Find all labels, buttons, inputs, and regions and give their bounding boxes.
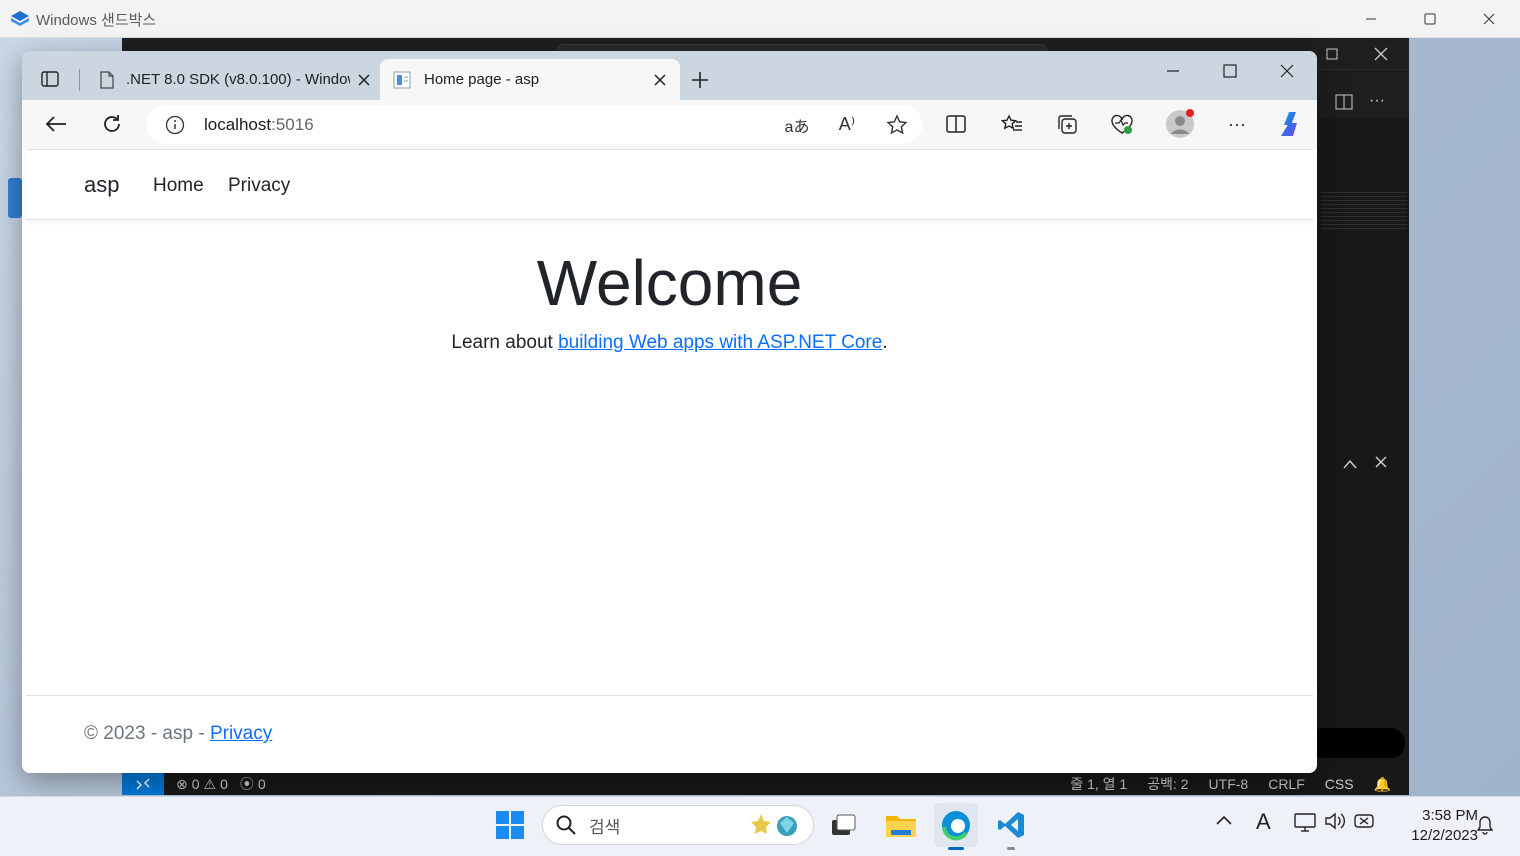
search-placeholder: 검색 [589,817,621,837]
footer-text: © 2023 - asp - Privacy [84,723,272,745]
vscode-icon[interactable] [989,803,1033,850]
tab-actions-icon[interactable] [34,63,66,95]
collections-icon[interactable] [1049,106,1085,142]
tab-title: Home page - asp [424,71,540,88]
back-button[interactable] [38,106,74,142]
split-editor-icon[interactable] [1335,94,1353,115]
tab-close-icon[interactable] [646,66,674,94]
active-app-indicator [948,847,964,850]
minimap-lines [1321,192,1407,232]
maximize-button[interactable] [1320,42,1344,66]
desktop-icon[interactable] [8,178,22,218]
copilot-icon[interactable] [1272,106,1308,142]
remote-indicator-icon[interactable] [122,773,164,795]
start-button[interactable] [488,803,532,847]
battery-icon[interactable] [1354,812,1376,835]
edge-browser-icon[interactable] [934,803,978,850]
tab-strip: .NET 8.0 SDK (v8.0.100) - Windows Home p… [22,51,1317,100]
page-heading: Welcome [536,247,803,319]
web-page: asp Home Privacy Welcome Learn about bui… [26,149,1313,773]
browser-window: .NET 8.0 SDK (v8.0.100) - Windows Home p… [22,51,1317,773]
profile-avatar[interactable] [1162,106,1198,142]
system-clock[interactable]: 3:58 PM 12/2/2023 [1388,806,1478,846]
notifications-bell-icon[interactable]: 🔔 [1374,776,1391,793]
close-button[interactable] [1369,42,1393,66]
learn-text: Learn about [451,332,559,353]
minimize-button[interactable] [1155,53,1191,89]
tab-title: .NET 8.0 SDK (v8.0.100) - Windows [126,71,350,88]
panel-collapse-icon[interactable] [1343,456,1357,474]
volume-icon[interactable] [1324,811,1346,836]
file-explorer-icon[interactable] [879,803,923,847]
clock-time: 3:58 PM [1422,807,1478,824]
maximize-button[interactable] [1212,53,1248,89]
taskbar: 검색 A 3:58 PM 12/2/2023 [0,796,1520,856]
favorites-icon[interactable] [994,106,1030,142]
refresh-button[interactable] [94,106,130,142]
site-info-icon[interactable] [146,115,204,135]
sandbox-title: Windows 샌드박스 [36,12,157,29]
site-footer: © 2023 - asp - Privacy [26,695,1313,773]
footer-privacy-link[interactable]: Privacy [210,723,272,744]
ports-status[interactable]: ⦿ 0 [240,774,266,794]
vscode-statusbar: ⊗ 0 ⚠ 0 ⦿ 0 줄 1, 열 1 공백: 2 UTF-8 CRLF CSS 🔔 [122,773,1409,795]
split-screen-icon[interactable] [938,106,974,142]
search-highlight-icon [747,811,803,839]
nav-link-privacy[interactable]: Privacy [228,175,290,197]
notification-toast [1309,728,1405,758]
copyright-text: © 2023 - asp - [84,723,210,744]
learn-period: . [882,332,888,353]
ime-indicator-icon[interactable]: A [1256,809,1271,835]
nav-link-home[interactable]: Home [153,175,204,197]
notification-bell-icon[interactable] [1476,815,1494,840]
sandbox-logo-icon [10,10,30,33]
tab-home-page[interactable]: Home page - asp [380,59,680,100]
browser-toolbar: localhost:5016 aあ A⁾ ··· [22,100,1317,149]
show-hidden-icons-chevron-icon[interactable] [1216,813,1232,831]
running-app-indicator [1007,847,1015,850]
url-host: localhost [204,114,272,134]
panel-close-icon[interactable] [1375,455,1387,473]
site-favicon-icon [380,71,424,89]
error-icon: ⊗ [176,775,188,792]
read-aloud-icon[interactable]: A⁾ [822,114,872,135]
aspnet-docs-link[interactable]: building Web apps with ASP.NET Core [558,332,882,353]
more-menu-icon[interactable]: ··· [1219,106,1255,142]
sandbox-titlebar: Windows 샌드박스 [0,0,1520,38]
favorite-star-icon[interactable] [872,113,922,136]
close-button[interactable] [1466,6,1512,32]
close-button[interactable] [1269,53,1305,89]
clock-date: 12/2/2023 [1411,827,1478,844]
maximize-button[interactable] [1407,6,1453,32]
task-view-icon[interactable] [822,803,866,847]
indentation-status[interactable]: 공백: 2 [1147,774,1188,794]
address-bar[interactable]: localhost:5016 aあ A⁾ [146,105,922,144]
more-actions-icon[interactable]: ··· [1369,92,1385,110]
tab-dotnet-sdk[interactable]: .NET 8.0 SDK (v8.0.100) - Windows [88,59,378,100]
language-status[interactable]: CSS [1325,776,1354,792]
eol-status[interactable]: CRLF [1268,776,1305,792]
site-brand[interactable]: asp [84,172,119,198]
learn-paragraph: Learn about building Web apps with ASP.N… [26,332,1313,354]
new-tab-button[interactable] [683,63,717,97]
cursor-position[interactable]: 줄 1, 열 1 [1070,774,1127,794]
page-icon [88,70,126,89]
warning-icon: ⚠ [203,775,217,792]
tab-close-icon[interactable] [350,66,378,94]
problems-status[interactable]: ⊗ 0 ⚠ 0 [176,776,228,793]
minimize-button[interactable] [1348,6,1394,32]
vscode-editor-minimap: ··· [1309,92,1409,778]
broadcast-icon: ⦿ [239,776,254,792]
site-navbar: asp Home Privacy [26,150,1313,220]
search-icon [543,815,589,835]
translate-icon[interactable]: aあ [772,113,822,137]
tab-divider [79,69,80,91]
browser-essentials-icon[interactable] [1104,106,1140,142]
encoding-status[interactable]: UTF-8 [1209,776,1249,792]
url-port: :5016 [271,114,314,134]
network-icon[interactable] [1294,811,1316,838]
taskbar-search[interactable]: 검색 [542,805,814,845]
